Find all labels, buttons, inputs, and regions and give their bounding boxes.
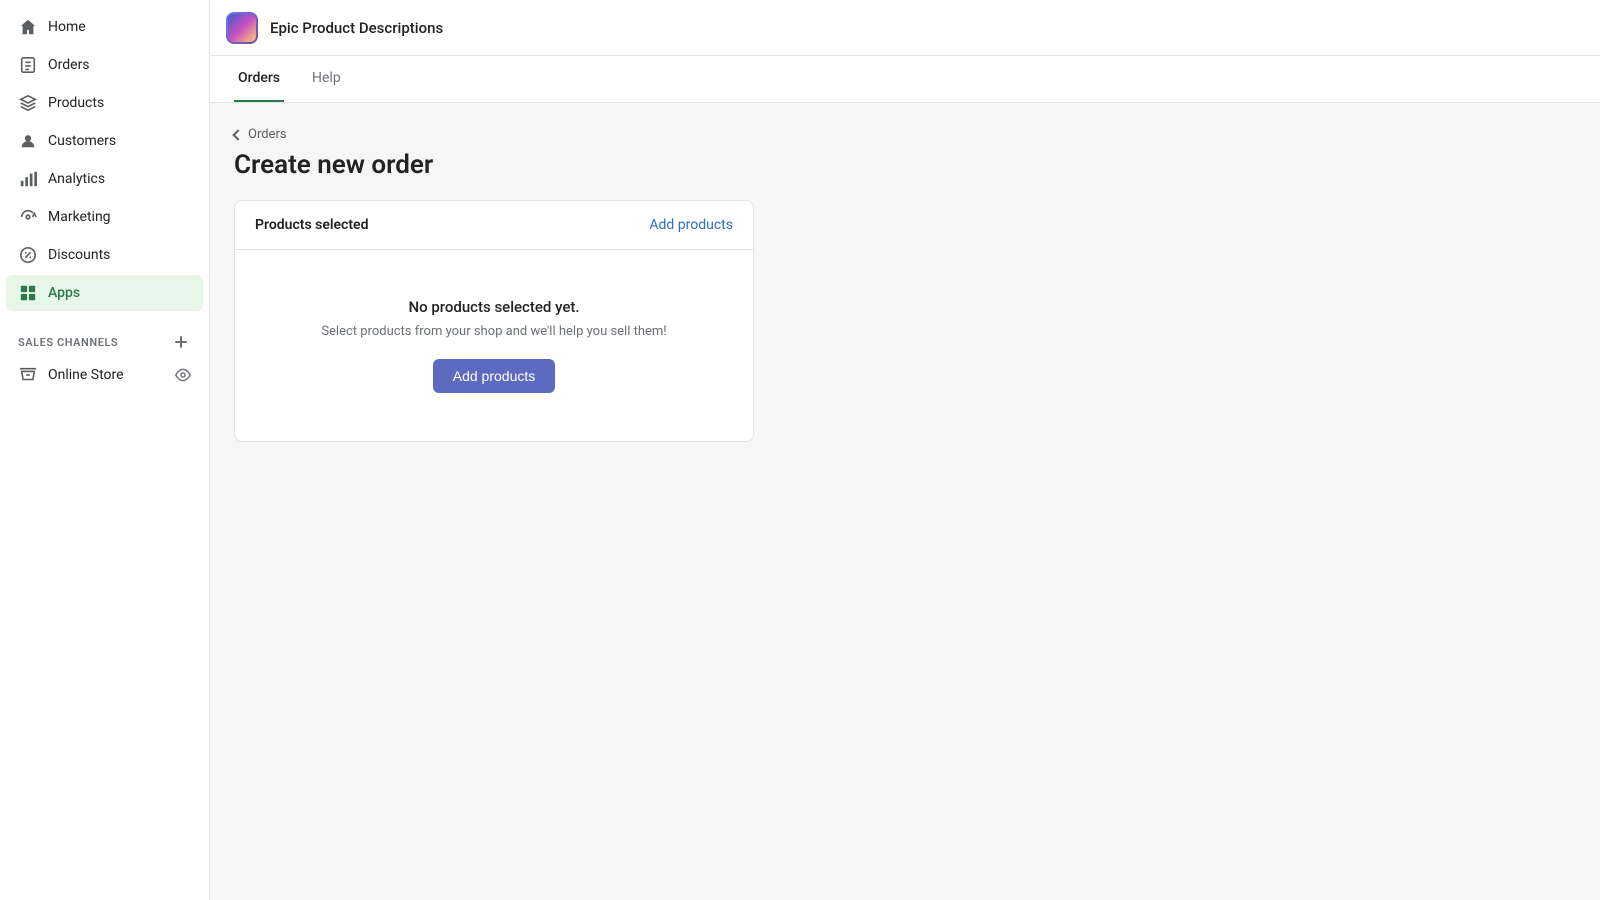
add-products-button[interactable]: Add products [433, 359, 556, 393]
app-logo [226, 12, 258, 44]
add-sales-channel-button[interactable] [171, 332, 191, 352]
tab-help[interactable]: Help [308, 56, 345, 102]
sidebar-item-customers[interactable]: Customers [6, 123, 203, 159]
sidebar-item-customers-label: Customers [48, 133, 116, 149]
main-content: Epic Product Descriptions Orders Help Or… [210, 0, 1600, 900]
sidebar-item-orders[interactable]: Orders [6, 47, 203, 83]
sidebar-item-marketing-label: Marketing [48, 209, 111, 225]
online-store-icon [18, 365, 38, 385]
empty-state-desc: Select products from your shop and we'll… [321, 324, 666, 339]
products-selected-card: Products selected Add products No produc… [234, 200, 754, 442]
sidebar-item-discounts[interactable]: Discounts [6, 237, 203, 273]
sidebar-item-home[interactable]: Home [6, 9, 203, 45]
analytics-icon [18, 169, 38, 189]
page-title: Create new order [234, 150, 1576, 180]
app-title: Epic Product Descriptions [270, 19, 443, 37]
online-store-eye-icon [175, 367, 191, 383]
card-header-title: Products selected [255, 217, 368, 233]
breadcrumb-label: Orders [248, 127, 287, 142]
discounts-icon [18, 245, 38, 265]
home-icon [18, 17, 38, 37]
marketing-icon [18, 207, 38, 227]
sidebar-item-products-label: Products [48, 95, 104, 111]
add-products-header-link[interactable]: Add products [649, 217, 733, 233]
sales-channels-header: SALES CHANNELS [0, 320, 209, 356]
online-store-label: Online Store [48, 367, 124, 383]
sales-channels-label: SALES CHANNELS [18, 336, 118, 349]
products-icon [18, 93, 38, 113]
sidebar-item-discounts-label: Discounts [48, 247, 110, 263]
customers-icon [18, 131, 38, 151]
sidebar-item-online-store[interactable]: Online Store [6, 357, 203, 393]
orders-icon [18, 55, 38, 75]
breadcrumb-chevron-icon [232, 129, 243, 140]
sidebar-item-apps[interactable]: Apps [6, 275, 203, 311]
sidebar-item-marketing[interactable]: Marketing [6, 199, 203, 235]
sidebar-item-analytics[interactable]: Analytics [6, 161, 203, 197]
page-content: Orders Create new order Products selecte… [210, 103, 1600, 900]
sidebar-item-analytics-label: Analytics [48, 171, 105, 187]
card-header: Products selected Add products [235, 201, 753, 250]
tab-orders[interactable]: Orders [234, 56, 284, 102]
sidebar-item-home-label: Home [48, 19, 86, 35]
sidebar-item-products[interactable]: Products [6, 85, 203, 121]
card-body: No products selected yet. Select product… [235, 250, 753, 441]
sidebar-item-orders-label: Orders [48, 57, 90, 73]
breadcrumb[interactable]: Orders [234, 127, 1576, 142]
topbar: Epic Product Descriptions [210, 0, 1600, 56]
apps-icon [18, 283, 38, 303]
sidebar-item-apps-label: Apps [48, 285, 80, 301]
sidebar: Home Orders Products Customers [0, 0, 210, 900]
empty-state-title: No products selected yet. [408, 298, 579, 316]
tabs-bar: Orders Help [210, 56, 1600, 103]
